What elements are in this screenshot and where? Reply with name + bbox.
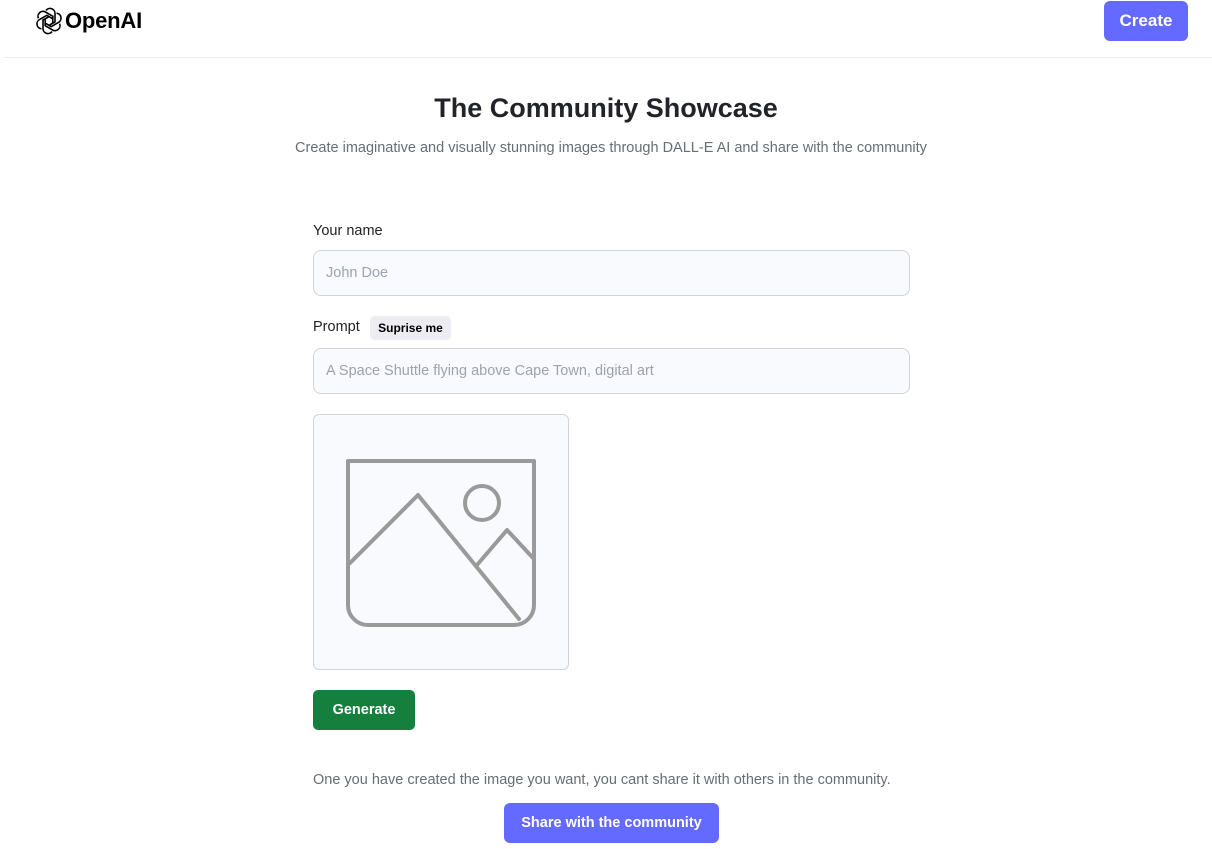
page-title: The Community Showcase [434, 93, 778, 123]
openai-logo[interactable]: OpenAI [35, 7, 142, 35]
generate-button[interactable]: Generate [313, 690, 415, 730]
prompt-input[interactable] [313, 348, 910, 394]
logo-text: OpenAI [65, 8, 143, 33]
share-with-community-button[interactable]: Share with the community [504, 803, 719, 843]
image-preview [313, 414, 569, 670]
name-label: Your name [313, 223, 383, 239]
surprise-me-button[interactable]: Suprise me [370, 316, 451, 340]
share-note: One you have created the image you want,… [313, 772, 891, 788]
create-button[interactable]: Create [1104, 1, 1188, 41]
openai-logo-icon [35, 7, 63, 35]
image-placeholder-icon [346, 459, 536, 627]
top-header: OpenAI Create [4, 0, 1212, 58]
name-input[interactable] [313, 250, 910, 296]
prompt-label: Prompt [313, 319, 360, 335]
page-subtitle: Create imaginative and visually stunning… [295, 140, 927, 156]
